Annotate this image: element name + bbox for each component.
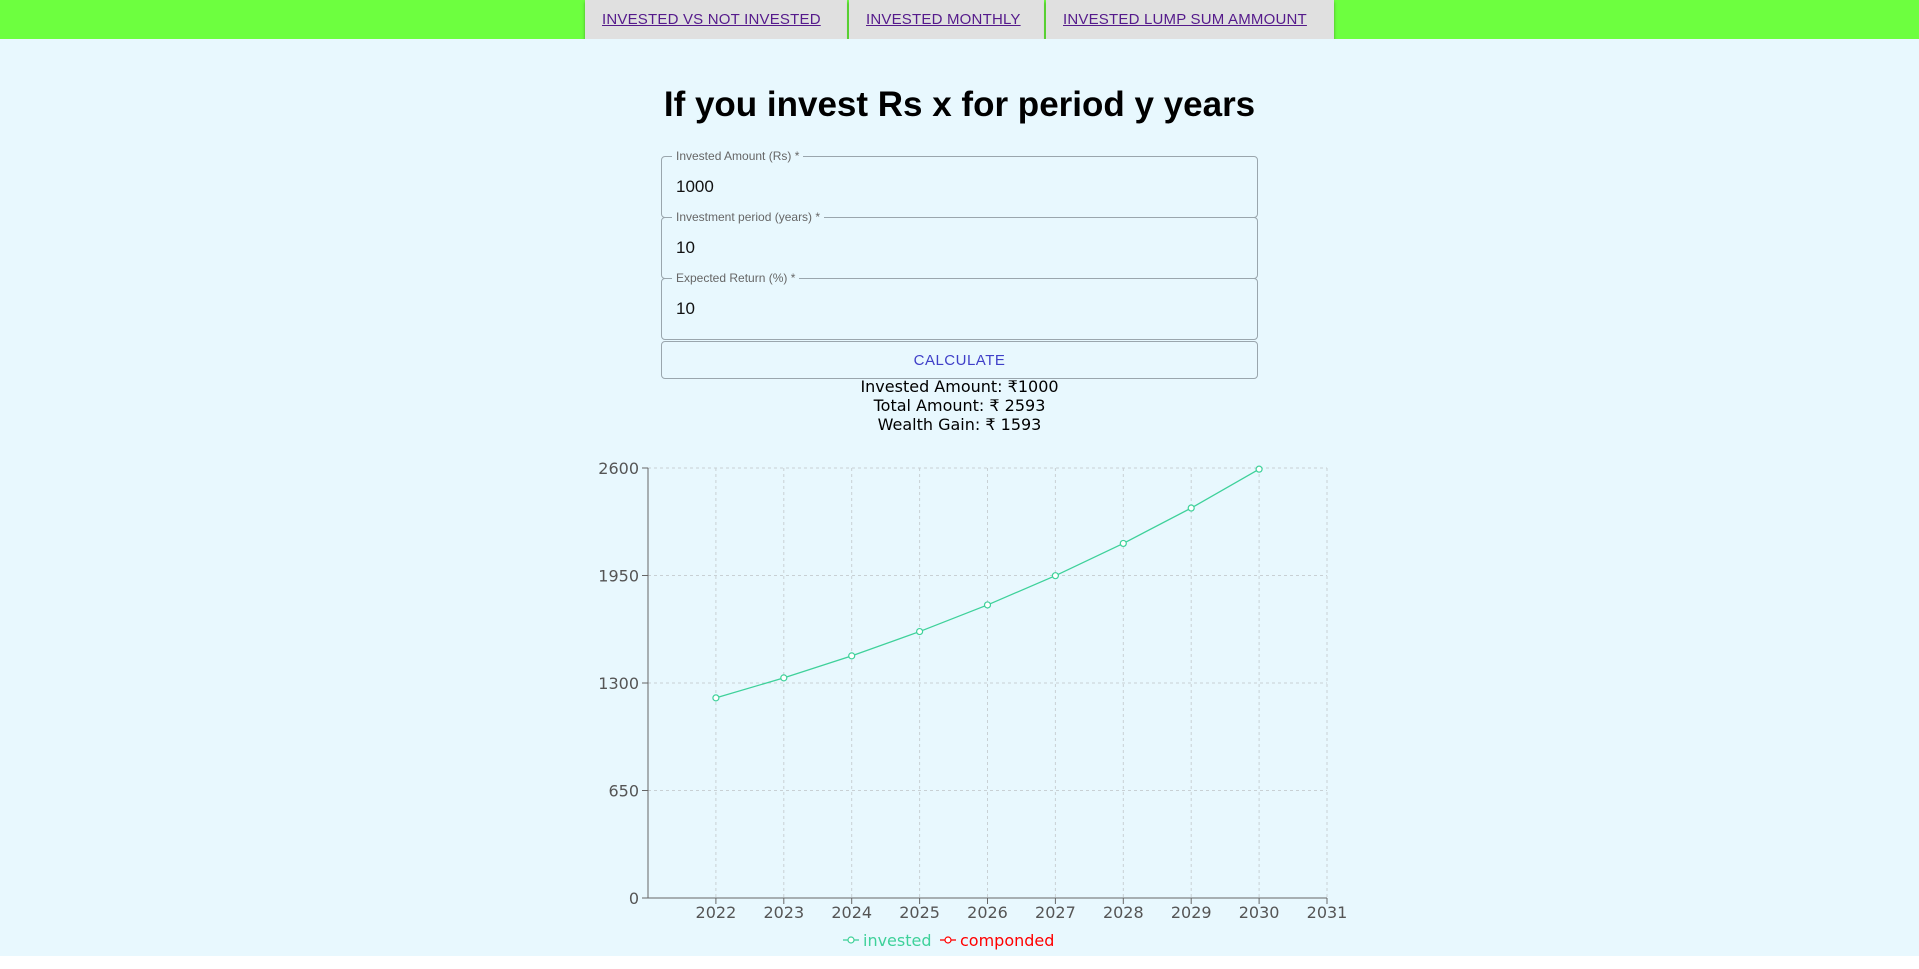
tab-invested-vs-not-invested[interactable]: INVESTED VS NOT INVESTED: [585, 0, 847, 39]
investment-period-field[interactable]: Investment period (years) * 10: [661, 210, 1258, 279]
wealth-gain-result: Wealth Gain: ₹ 1593: [877, 415, 1042, 434]
tab-invested-lump-sum[interactable]: INVESTED LUMP SUM AMMOUNT: [1046, 0, 1334, 39]
nav-tabs: INVESTED VS NOT INVESTED INVESTED MONTHL…: [585, 0, 1336, 39]
expected-return-field[interactable]: Expected Return (%) * 10: [661, 271, 1258, 340]
calculate-button[interactable]: CALCULATE: [661, 341, 1258, 379]
invested-amount-result: Invested Amount: ₹1000: [860, 377, 1059, 396]
investment-period-input[interactable]: 10: [676, 238, 695, 258]
main-content: If you invest Rs x for period y years In…: [0, 39, 1919, 956]
invested-amount-input[interactable]: 1000: [676, 177, 714, 197]
total-amount-result: Total Amount: ₹ 2593: [873, 396, 1046, 415]
expected-return-label: Expected Return (%) *: [672, 271, 800, 285]
results-summary: Invested Amount: ₹1000 Total Amount: ₹ 2…: [0, 377, 1919, 434]
investment-period-label: Investment period (years) *: [672, 210, 825, 224]
invested-amount-label: Invested Amount (Rs) *: [672, 149, 804, 163]
expected-return-input[interactable]: 10: [676, 299, 695, 319]
top-nav-bar: INVESTED VS NOT INVESTED INVESTED MONTHL…: [0, 0, 1919, 39]
tab-invested-monthly[interactable]: INVESTED MONTHLY: [849, 0, 1044, 39]
page-title: If you invest Rs x for period y years: [663, 85, 1256, 124]
invested-amount-field[interactable]: Invested Amount (Rs) * 1000: [661, 149, 1258, 218]
